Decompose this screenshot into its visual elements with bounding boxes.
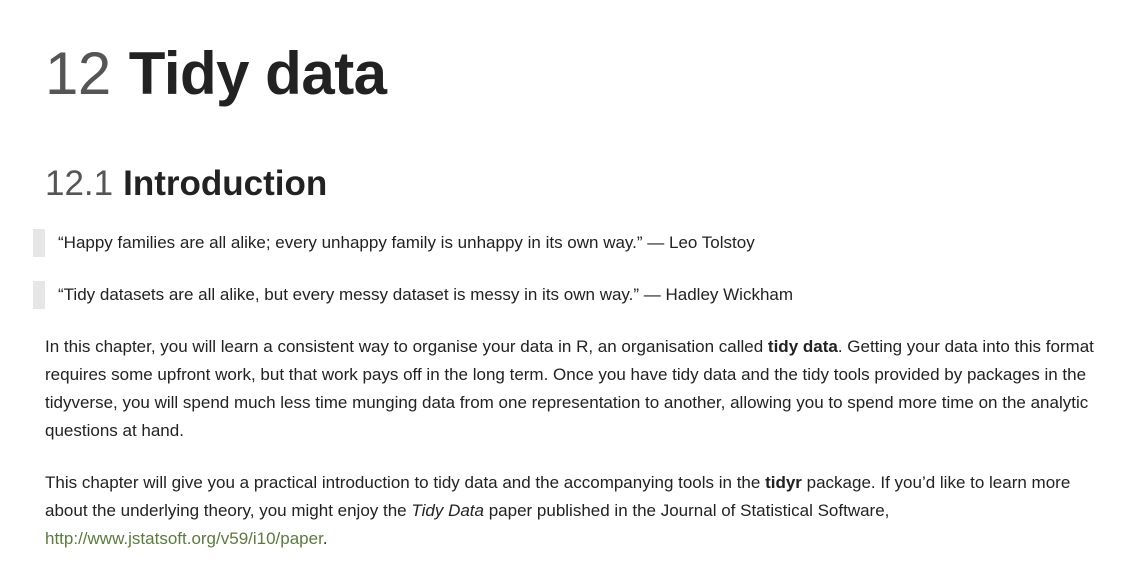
tidyr-paragraph: This chapter will give you a practical i… xyxy=(45,469,1103,553)
blockquote-wickham: “Tidy datasets are all alike, but every … xyxy=(33,281,793,309)
bold-term: tidyr xyxy=(765,473,802,492)
paragraph-text: . xyxy=(322,529,328,548)
chapter-title-text: Tidy data xyxy=(128,40,387,107)
quote-text: “Happy families are all alike; every unh… xyxy=(58,233,755,252)
section-title-text: Introduction xyxy=(123,164,328,203)
section-title: 12.1 Introduction xyxy=(45,162,327,206)
italic-title: Tidy Data xyxy=(411,501,484,520)
paragraph-text: paper published in the Journal of Statis… xyxy=(483,501,890,520)
blockquote-bar xyxy=(33,229,45,257)
paper-link[interactable]: http://www.jstatsoft.org/v59/i10/paper xyxy=(45,529,323,548)
quote-text: “Tidy datasets are all alike, but every … xyxy=(58,285,794,304)
chapter-title: 12 Tidy data xyxy=(45,38,387,110)
blockquote-bar xyxy=(33,281,45,309)
chapter-number: 12 xyxy=(45,40,111,107)
blockquote-tolstoy: “Happy families are all alike; every unh… xyxy=(33,229,755,257)
paragraph-text: This chapter will give you a practical i… xyxy=(45,473,766,492)
intro-paragraph: In this chapter, you will learn a consis… xyxy=(45,333,1103,445)
section-number: 12.1 xyxy=(45,164,114,203)
paragraph-text: In this chapter, you will learn a consis… xyxy=(45,337,768,356)
bold-term: tidy data xyxy=(767,337,838,356)
